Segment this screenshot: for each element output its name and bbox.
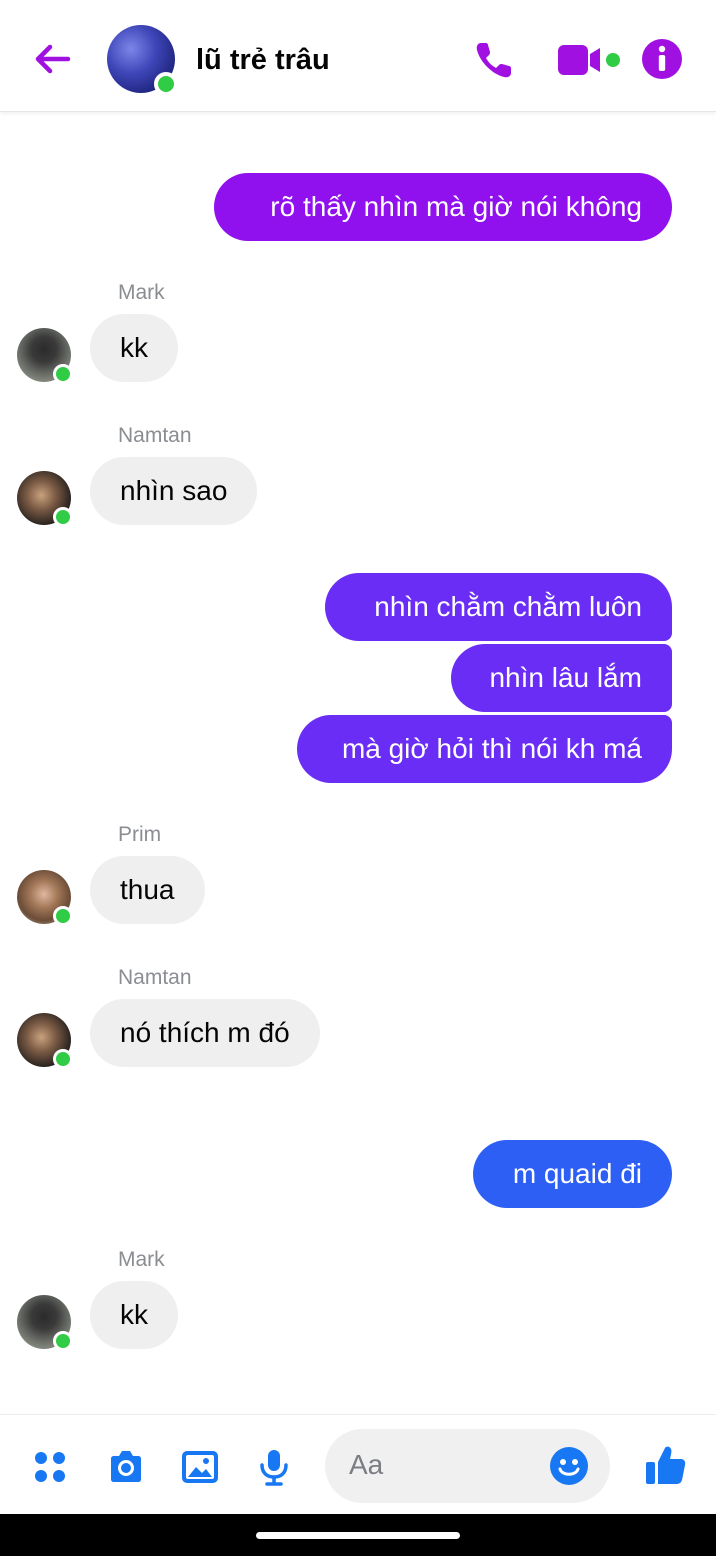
info-icon[interactable] bbox=[641, 38, 683, 80]
back-arrow-icon[interactable] bbox=[30, 36, 76, 82]
gallery-icon[interactable] bbox=[180, 1447, 220, 1487]
online-indicator bbox=[53, 1049, 73, 1069]
outgoing-message[interactable]: nhìn lâu lắm bbox=[451, 644, 672, 712]
incoming-message[interactable]: kk bbox=[90, 314, 178, 382]
online-indicator bbox=[53, 906, 73, 926]
incoming-message[interactable]: nhìn sao bbox=[90, 457, 258, 525]
home-indicator[interactable] bbox=[256, 1532, 460, 1539]
avatar-mark[interactable] bbox=[17, 1295, 73, 1351]
online-indicator bbox=[53, 364, 73, 384]
sender-name: Mark bbox=[118, 1248, 165, 1271]
microphone-icon[interactable] bbox=[254, 1447, 294, 1487]
online-indicator bbox=[53, 507, 73, 527]
thumbs-up-icon[interactable] bbox=[644, 1443, 688, 1487]
online-indicator bbox=[53, 1331, 73, 1351]
incoming-message[interactable]: nó thích m đó bbox=[90, 999, 320, 1067]
sender-name: Namtan bbox=[118, 966, 192, 989]
chat-header: lũ trẻ trâu bbox=[0, 0, 716, 112]
outgoing-message[interactable]: m quaid đi bbox=[473, 1140, 672, 1208]
outgoing-message[interactable]: nhìn chằm chằm luôn bbox=[325, 573, 672, 641]
phone-icon[interactable] bbox=[472, 38, 516, 82]
incoming-message[interactable]: kk bbox=[90, 1281, 178, 1349]
video-camera-icon[interactable] bbox=[556, 40, 622, 80]
chat-title[interactable]: lũ trẻ trâu bbox=[196, 44, 330, 77]
group-avatar[interactable] bbox=[107, 25, 178, 96]
avatar-namtan[interactable] bbox=[17, 1013, 73, 1069]
outgoing-message[interactable]: rõ thấy nhìn mà giờ nói không bbox=[214, 173, 672, 241]
avatar-prim[interactable] bbox=[17, 870, 73, 926]
avatar-namtan[interactable] bbox=[17, 471, 73, 527]
input-placeholder: Aa bbox=[349, 1449, 384, 1480]
message-composer: Aa bbox=[0, 1414, 716, 1514]
outgoing-message[interactable]: mà giờ hỏi thì nói kh má bbox=[297, 715, 672, 783]
incoming-message[interactable]: thua bbox=[90, 856, 205, 924]
apps-icon[interactable] bbox=[30, 1447, 70, 1487]
avatar-mark[interactable] bbox=[17, 328, 73, 384]
sender-name: Prim bbox=[118, 823, 162, 846]
sender-name: Mark bbox=[118, 281, 165, 304]
camera-icon[interactable] bbox=[106, 1447, 146, 1487]
sender-name: Namtan bbox=[118, 424, 192, 447]
message-input[interactable]: Aa bbox=[325, 1429, 610, 1503]
emoji-icon[interactable] bbox=[549, 1446, 589, 1486]
online-indicator bbox=[154, 72, 178, 96]
system-navigation-bar bbox=[0, 1514, 716, 1556]
